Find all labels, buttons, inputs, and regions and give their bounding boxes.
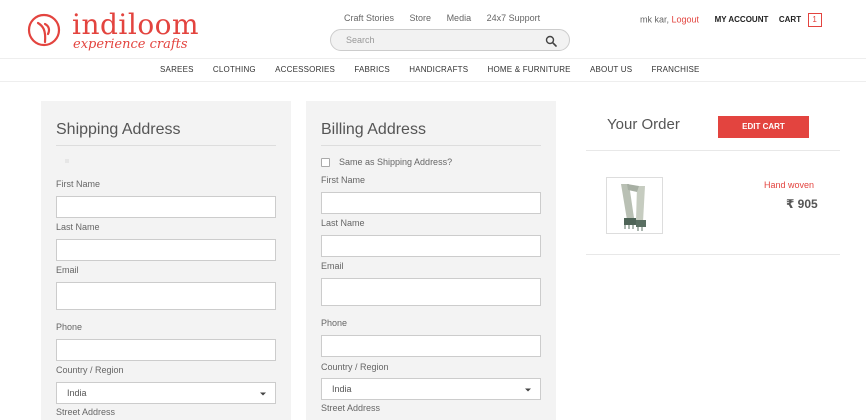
cart-count-badge[interactable]: 1 (807, 13, 822, 27)
shipping-country-label: Country / Region (56, 365, 124, 375)
logo-mark-icon (27, 13, 61, 47)
top-links: Craft Stories Store Media 24x7 Support (344, 13, 553, 23)
search-input[interactable]: Search (330, 29, 570, 51)
divider (586, 254, 840, 255)
user-menu: mk kar, Logout MY ACCOUNT CART 1 (640, 13, 822, 27)
nav-handicrafts[interactable]: HANDICRAFTS (409, 65, 468, 74)
shipping-country-value: India (67, 388, 87, 398)
billing-email-input[interactable] (321, 278, 541, 306)
my-account-link[interactable]: MY ACCOUNT (715, 15, 769, 24)
billing-country-label: Country / Region (321, 362, 389, 372)
nav-accessories[interactable]: ACCESSORIES (275, 65, 335, 74)
billing-street-label: Street Address (321, 403, 381, 413)
billing-address-panel: Billing Address Same as Shipping Address… (306, 101, 556, 420)
nav-clothing[interactable]: CLOTHING (213, 65, 256, 74)
shipping-first-name-label: First Name (56, 179, 101, 189)
billing-phone-input[interactable] (321, 335, 541, 357)
same-as-shipping-checkbox[interactable] (321, 158, 330, 167)
shipping-last-name-input[interactable] (56, 239, 276, 261)
cart-link[interactable]: CART (779, 15, 801, 24)
site-header: indiloom experience crafts Craft Stories… (0, 0, 866, 58)
shipping-country-select[interactable]: India (56, 382, 276, 404)
shipping-street-label: Street Address (56, 407, 116, 417)
link-craft-stories[interactable]: Craft Stories (344, 13, 394, 23)
main-nav: SAREES CLOTHING ACCESSORIES FABRICS HAND… (0, 58, 866, 82)
search-placeholder: Search (346, 35, 375, 45)
billing-last-name-input[interactable] (321, 235, 541, 257)
billing-phone-label: Phone (321, 318, 348, 328)
chevron-down-icon (260, 392, 266, 396)
search-icon[interactable] (545, 35, 557, 47)
user-name: mk kar, (640, 14, 670, 25)
link-support[interactable]: 24x7 Support (487, 13, 541, 23)
brand-tagline: experience crafts (73, 37, 188, 52)
shipping-email-input[interactable] (56, 282, 276, 310)
link-media[interactable]: Media (447, 13, 472, 23)
nav-franchise[interactable]: FRANCHISE (652, 65, 700, 74)
edit-cart-button[interactable]: EDIT CART (718, 116, 809, 138)
nav-about-us[interactable]: ABOUT US (590, 65, 632, 74)
billing-first-name-input[interactable] (321, 192, 541, 214)
shipping-last-name-label: Last Name (56, 222, 100, 232)
chevron-down-icon (525, 388, 531, 392)
billing-email-label: Email (321, 261, 344, 271)
divider (586, 150, 840, 151)
scarf-image-icon (607, 178, 662, 233)
order-title: Your Order (607, 116, 680, 133)
product-thumbnail[interactable] (606, 177, 663, 234)
shipping-phone-input[interactable] (56, 339, 276, 361)
divider (321, 145, 541, 146)
same-as-shipping-label[interactable]: Same as Shipping Address? (339, 157, 452, 167)
billing-country-select[interactable]: India (321, 378, 541, 400)
nav-fabrics[interactable]: FABRICS (354, 65, 390, 74)
brand-logo[interactable]: indiloom experience crafts (26, 8, 206, 56)
shipping-email-label: Email (56, 265, 79, 275)
billing-last-name-label: Last Name (321, 218, 365, 228)
link-store[interactable]: Store (410, 13, 432, 23)
shipping-first-name-input[interactable] (56, 196, 276, 218)
shipping-title: Shipping Address (56, 121, 181, 138)
nav-home-furniture[interactable]: HOME & FURNITURE (488, 65, 571, 74)
shipping-address-panel: Shipping Address First Name Last Name Em… (41, 101, 291, 420)
nav-sarees[interactable]: SAREES (160, 65, 194, 74)
divider (56, 145, 276, 146)
shipping-phone-label: Phone (56, 322, 83, 332)
billing-country-value: India (332, 384, 352, 394)
order-item-price: ₹ 905 (786, 197, 818, 211)
spacer-dot (65, 159, 69, 163)
billing-title: Billing Address (321, 121, 426, 138)
billing-first-name-label: First Name (321, 175, 366, 185)
logout-link[interactable]: Logout (672, 14, 700, 24)
order-item-name[interactable]: Hand woven (764, 180, 814, 190)
